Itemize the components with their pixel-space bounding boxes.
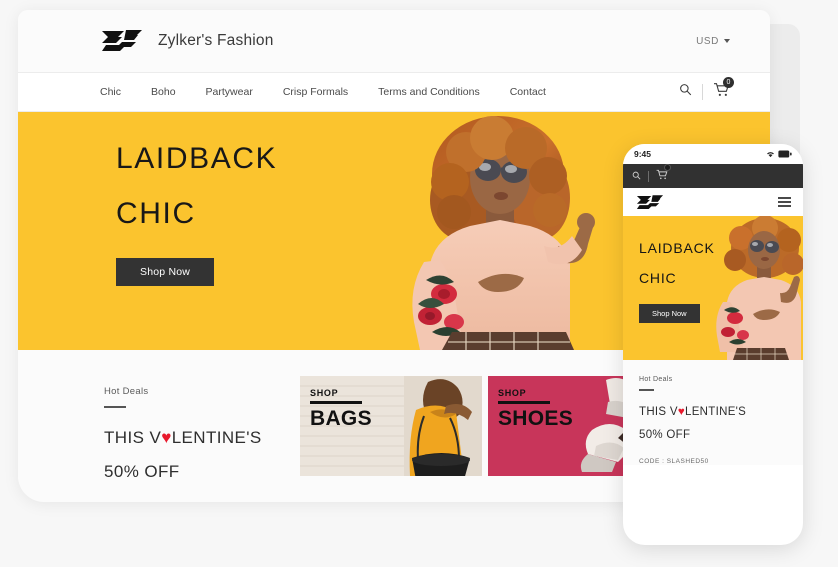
phone-utility-toolbar [623, 164, 803, 188]
brand-name: Zylker's Fashion [158, 32, 274, 49]
headline-pre: THIS V [639, 405, 678, 418]
nav-list: Chic Boho Partywear Crisp Formals Terms … [100, 86, 546, 98]
chevron-down-icon [724, 39, 730, 43]
cart-button[interactable]: 0 [713, 77, 734, 102]
heart-icon: ♥ [677, 405, 686, 418]
screenshot-stage: Zylker's Fashion USD Chic Boho Partywear… [0, 0, 838, 567]
phone-shop-now-button[interactable]: Shop Now [639, 304, 700, 323]
hero-copy: LAIDBACK CHIC Shop Now [116, 142, 277, 286]
card-title-shoes: SHOES [498, 406, 574, 430]
card-title-bags: BAGS [310, 406, 372, 430]
headline-pre: THIS V [104, 428, 162, 447]
nav-item-contact[interactable]: Contact [510, 86, 546, 98]
phone-clock: 9:45 [634, 149, 652, 159]
heart-icon: ♥ [161, 428, 172, 447]
hot-deals-kicker: Hot Deals [104, 386, 149, 397]
nav-item-boho[interactable]: Boho [151, 86, 176, 98]
zylker-logo-icon [635, 194, 665, 211]
hero-headline-line2: CHIC [116, 197, 196, 230]
card-rule [498, 401, 550, 404]
card-rule [310, 401, 362, 404]
category-card-list: SHOP BAGS SHOP SHOES [300, 376, 670, 476]
primary-navigation: Chic Boho Partywear Crisp Formals Terms … [18, 72, 770, 112]
headline-post: LENTINE'S [685, 405, 747, 418]
hot-deals-rule [104, 406, 126, 408]
nav-item-terms-and-conditions[interactable]: Terms and Conditions [378, 86, 480, 98]
phone-hot-deals-headline-line1: THIS V♥LENTINE'S [639, 406, 787, 418]
search-icon[interactable] [632, 167, 641, 185]
site-header: Zylker's Fashion USD [18, 10, 770, 72]
hot-deals-headline-line2: 50% OFF [104, 462, 180, 481]
wifi-icon [766, 145, 775, 163]
card-label-bags: SHOP BAGS [310, 388, 372, 431]
hero-headline-line1: LAIDBACK [116, 142, 278, 175]
category-card-bags[interactable]: SHOP BAGS [300, 376, 482, 476]
hero-shop-now-button[interactable]: Shop Now [116, 258, 215, 286]
cart-count-badge: 0 [723, 77, 734, 88]
search-icon[interactable] [679, 83, 692, 101]
nav-item-partywear[interactable]: Partywear [206, 86, 253, 98]
header-currency-selector[interactable]: USD [696, 36, 730, 47]
card-shop-text: SHOP [310, 388, 339, 398]
phone-cart-count-badge [664, 164, 671, 171]
phone-toolbar-divider [648, 170, 649, 182]
phone-status-indicators [766, 145, 792, 163]
currency-label: USD [696, 35, 719, 47]
phone-hot-deals-rule [639, 389, 654, 391]
hot-deals-headline-line1: THIS V♥LENTINE'S [104, 428, 300, 448]
phone-hot-deals-section: Hot Deals THIS V♥LENTINE'S 50% OFF CODE … [623, 360, 803, 465]
hot-deals-copy: Hot Deals THIS V♥LENTINE'S 50% OFF [104, 376, 300, 482]
phone-cart-button[interactable] [656, 164, 671, 185]
phone-hot-deals-kicker: Hot Deals [639, 376, 673, 383]
phone-hero-banner: LAIDBACK CHIC Shop Now [623, 216, 803, 360]
phone-hero-headline-line1: LAIDBACK [639, 240, 715, 256]
card-shop-text: SHOP [498, 388, 527, 398]
hero-model-image [370, 112, 630, 350]
nav-item-crisp-formals[interactable]: Crisp Formals [283, 86, 348, 98]
phone-hot-deals-headline-line2: 50% OFF [639, 428, 691, 441]
nav-item-chic[interactable]: Chic [100, 86, 121, 98]
battery-icon [778, 145, 792, 163]
zylker-logo-icon [100, 28, 144, 54]
phone-brand-bar [623, 188, 803, 216]
phone-hero-model-image [715, 216, 803, 360]
headline-post: LENTINE'S [171, 428, 262, 447]
mobile-phone-mockup: 9:45 LAIDBACK CHIC Shop Now Hot Deals TH… [623, 144, 803, 545]
nav-actions: 0 [679, 77, 734, 102]
phone-hero-headline-line2: CHIC [639, 270, 677, 286]
phone-promo-code: CODE : SLASHED50 [639, 457, 709, 465]
phone-hero-copy: LAIDBACK CHIC Shop Now [639, 240, 715, 323]
phone-status-bar: 9:45 [623, 144, 803, 164]
hamburger-menu-icon[interactable] [778, 197, 791, 207]
nav-divider [702, 84, 703, 100]
card-label-shoes: SHOP SHOES [498, 388, 573, 431]
